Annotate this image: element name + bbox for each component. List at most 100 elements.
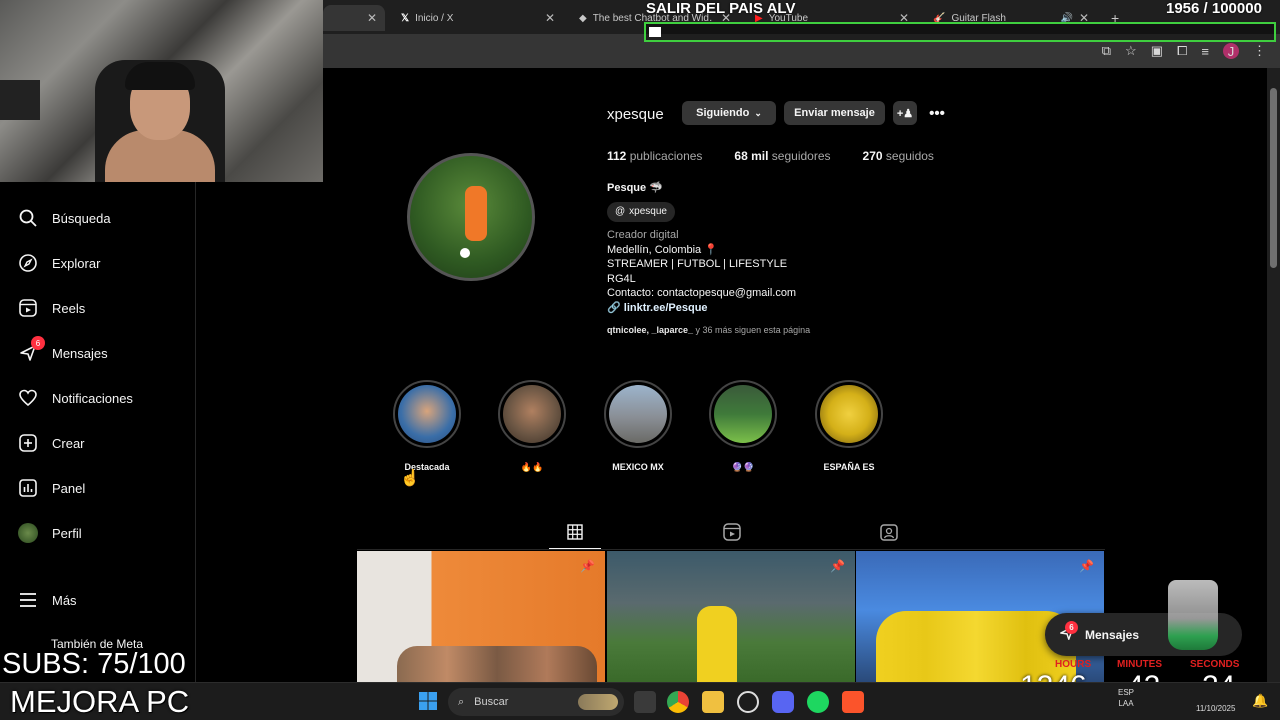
discord-icon[interactable] — [772, 691, 794, 713]
following-label: Siguiendo — [696, 107, 750, 119]
close-icon[interactable]: ✕ — [367, 11, 377, 25]
tagged-icon — [880, 524, 898, 541]
send-message-button[interactable]: Enviar mensaje — [784, 101, 885, 125]
tab-reels[interactable] — [720, 522, 744, 542]
pin-icon: 📌 — [1079, 559, 1094, 573]
highlight-thumbnail — [609, 385, 667, 443]
highlight-thumbnail — [503, 385, 561, 443]
timer-label-seconds: SECONDS — [1190, 659, 1240, 670]
tab-posts[interactable] — [549, 522, 601, 549]
notification-bell-icon[interactable]: 🔔 — [1252, 693, 1268, 709]
sidebar-item-label: Más — [52, 592, 77, 608]
highlight-label: MEXICO MX — [612, 462, 664, 472]
tab-tagged[interactable] — [877, 522, 901, 542]
profile-avatar[interactable]: J — [1223, 43, 1239, 59]
stream-goal-title: SALIR DEL PAIS ALV — [646, 0, 796, 17]
followed-by-text[interactable]: qtnicolee, _laparce_ y 36 más siguen est… — [607, 325, 810, 335]
more-options-icon: ••• — [929, 104, 945, 122]
language-indicator[interactable]: ESP LAA — [1118, 687, 1134, 709]
sidebar-item-more[interactable]: Más — [18, 590, 77, 610]
messages-badge: 6 — [1065, 621, 1078, 634]
profile-bio: Pesque 🦈 @ xpesque Creador digital Medel… — [607, 181, 796, 315]
post-thumbnail[interactable]: 📌 — [607, 551, 855, 682]
obs-icon[interactable] — [737, 691, 759, 713]
display-name: Pesque 🦈 — [607, 182, 663, 194]
kebab-menu-icon[interactable]: ⋮ — [1253, 43, 1266, 59]
following-stat[interactable]: 270 seguidos — [863, 149, 934, 163]
language-top: ESP — [1118, 688, 1135, 697]
options-button[interactable]: ••• — [925, 101, 949, 125]
scrollbar-thumb[interactable] — [1270, 88, 1277, 268]
posts-stat[interactable]: 112 publicaciones — [607, 149, 702, 163]
windows-taskbar: ⌕ Buscar ESP LAA 11/10/2025 🔔 — [0, 682, 1280, 720]
posts-count: 112 — [607, 149, 627, 163]
threads-badge[interactable]: @ xpesque — [607, 201, 675, 222]
search-highlight-image — [578, 694, 618, 710]
highlight-label: 🔮🔮 — [731, 462, 755, 472]
cast-icon[interactable]: ⧉ — [1102, 43, 1111, 59]
send-message-label: Enviar mensaje — [794, 107, 875, 119]
reels-icon — [723, 523, 741, 541]
sidebar-item-create[interactable]: Crear — [18, 433, 85, 453]
highlight-ring — [498, 380, 566, 448]
profile-tabs-divider — [357, 549, 1105, 550]
highlight-thumbnail — [398, 385, 456, 443]
sidebar-item-dashboard[interactable]: Panel — [18, 478, 85, 498]
followers-label: seguidores — [771, 149, 831, 163]
story-highlight[interactable]: MEXICO MX — [603, 380, 673, 472]
lamp-shape — [0, 80, 40, 120]
chrome-icon[interactable] — [667, 691, 689, 713]
timer-label-hours: HOURS — [1055, 659, 1092, 670]
followers-stat[interactable]: 68 mil seguidores — [734, 149, 830, 163]
story-highlight[interactable]: ESPAÑA ES — [814, 380, 884, 472]
profile-picture[interactable] — [407, 153, 535, 281]
brave-icon[interactable] — [842, 691, 864, 713]
browser-tab-active[interactable]: ✕ — [323, 5, 385, 31]
sidebar-item-profile[interactable]: Perfil — [18, 523, 82, 543]
bio-line: STREAMER | FUTBOL | LIFESTYLE — [607, 258, 788, 270]
sidebar-item-search[interactable]: Búsqueda — [18, 208, 111, 228]
sidebar-item-reels[interactable]: Reels — [18, 298, 85, 318]
taskbar-date[interactable]: 11/10/2025 — [1196, 703, 1235, 714]
extension-icon[interactable]: ▣ — [1151, 43, 1163, 59]
sidebar-item-messages[interactable]: 6 Mensajes — [18, 336, 108, 363]
task-view-icon[interactable] — [634, 691, 656, 713]
stream-goal-bar — [644, 22, 1276, 42]
following-label: seguidos — [885, 149, 934, 163]
suggest-user-button[interactable]: +♟ — [893, 101, 917, 125]
following-button[interactable]: Siguiendo ⌄ — [682, 101, 776, 125]
taskbar-search[interactable]: ⌕ Buscar — [448, 688, 624, 716]
menu-icon — [18, 590, 38, 610]
pin-icon: 📌 — [580, 559, 595, 573]
chevron-down-icon: ⌄ — [754, 107, 762, 118]
story-highlight[interactable]: 🔮🔮 — [708, 380, 778, 473]
puzzle-icon[interactable]: ⧠ — [1177, 43, 1187, 59]
chatbot-icon: ◆ — [579, 12, 587, 24]
sidebar-item-label: Perfil — [52, 525, 82, 541]
file-explorer-icon[interactable] — [702, 691, 724, 713]
bio-link[interactable]: 🔗 linktr.ee/Pesque — [607, 301, 796, 316]
sidebar-item-notifications[interactable]: Notificaciones — [18, 388, 133, 408]
close-icon[interactable]: ✕ — [545, 11, 555, 25]
heart-icon — [18, 388, 38, 408]
bio-link-text: linktr.ee/Pesque — [623, 301, 708, 314]
story-highlight[interactable]: Destacada — [392, 380, 462, 472]
spotify-icon[interactable] — [807, 691, 829, 713]
windows-start-icon[interactable] — [418, 691, 440, 713]
messages-badge: 6 — [31, 336, 45, 350]
media-icon[interactable]: ≡ — [1201, 44, 1209, 59]
page-scrollbar[interactable] — [1267, 68, 1280, 682]
sidebar-item-label: Crear — [52, 435, 85, 451]
soccer-ball — [460, 248, 470, 258]
add-person-icon: +♟ — [896, 107, 914, 120]
sidebar-item-label: Panel — [52, 480, 86, 496]
stream-goal-fill — [649, 27, 661, 37]
profile-username: xpesque — [607, 106, 664, 123]
browser-tab-x[interactable]: 𝕏 Inicio / X ✕ — [393, 5, 563, 31]
sidebar-item-explore[interactable]: Explorar — [18, 253, 100, 273]
bio-line: Contacto: contactopesque@gmail.com — [607, 287, 797, 299]
star-icon[interactable]: ☆ — [1125, 43, 1137, 59]
story-highlight[interactable]: 🔥🔥 — [497, 380, 567, 473]
post-thumbnail[interactable]: 📌 — [357, 551, 605, 682]
dashboard-icon — [18, 478, 38, 498]
